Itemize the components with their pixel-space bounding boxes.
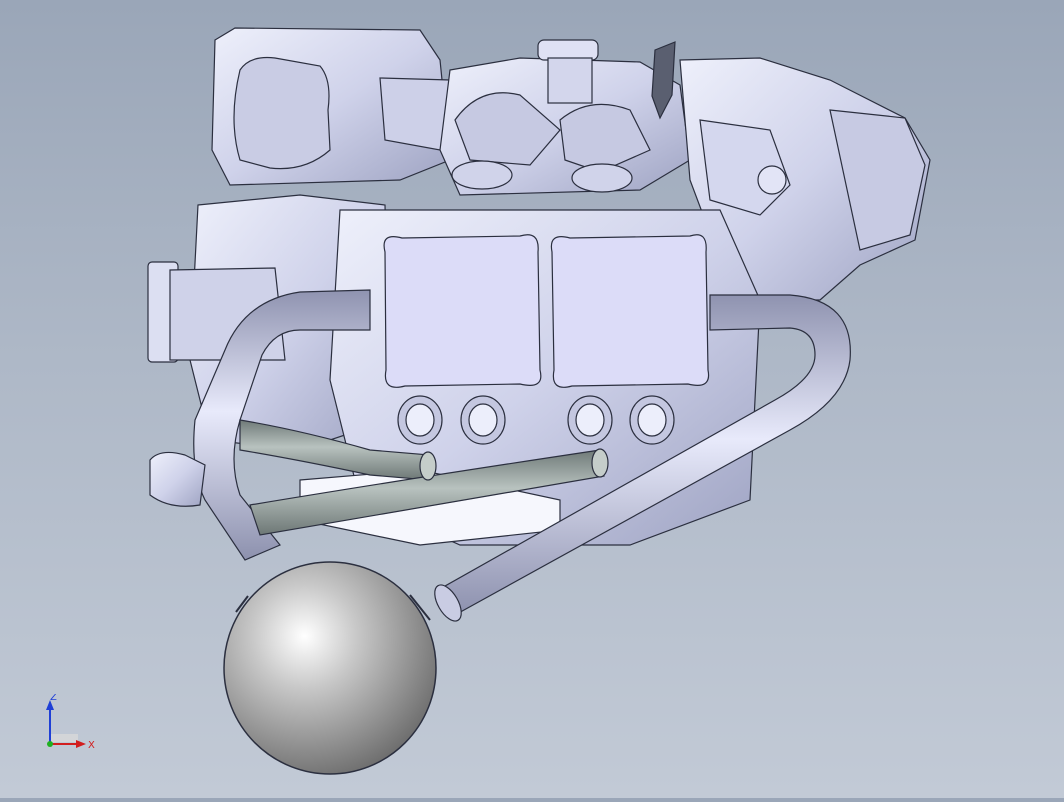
expansion-tank[interactable]	[223, 561, 437, 775]
x-axis-label: X	[88, 740, 95, 751]
cad-3d-viewport[interactable]: Z X	[0, 0, 1064, 798]
coordinate-triad-icon: Z X	[36, 692, 106, 764]
triad-origin	[47, 741, 53, 747]
z-axis-label: Z	[50, 694, 57, 703]
engine-assembly-model[interactable]	[0, 0, 1064, 798]
upper-manifold[interactable]	[439, 39, 691, 196]
lower-elbow[interactable]	[149, 451, 206, 507]
intake-airbox[interactable]	[211, 27, 471, 186]
